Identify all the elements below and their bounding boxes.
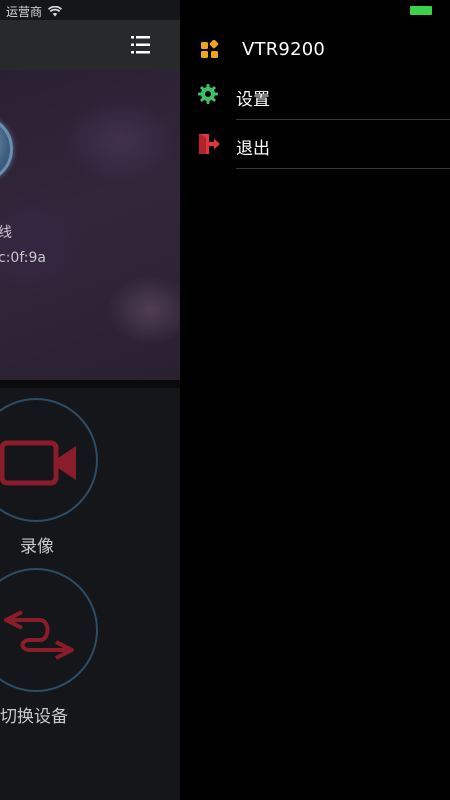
drawer-item-settings[interactable]: 设置 (180, 72, 450, 120)
battery-icon (410, 6, 432, 15)
drawer-item-logout[interactable]: 退出 (180, 121, 450, 169)
record-label: 录像 (20, 537, 54, 557)
record-button[interactable]: 录像 (0, 398, 180, 558)
device-info-panel: 线 c:0f:9a (0, 70, 180, 380)
logout-label: 退出 (236, 139, 270, 159)
device-mac-text: c:0f:9a (0, 250, 46, 266)
item-divider (236, 168, 450, 169)
app-screen: 运营商 线 c:0f:9a 录像 切换设备 VTR9200 设置 退出 (0, 0, 450, 800)
exit-door-icon (198, 133, 220, 155)
switch-arrows-icon (0, 606, 80, 664)
drawer-header: VTR9200 (180, 30, 450, 70)
device-status-text: 线 (0, 225, 12, 241)
top-navigation-bar (0, 20, 180, 70)
item-divider (236, 119, 450, 120)
wifi-icon (48, 5, 63, 17)
settings-label: 设置 (236, 90, 270, 110)
section-divider (0, 380, 180, 388)
switch-device-label: 切换设备 (0, 707, 68, 727)
app-grid-icon (200, 40, 220, 60)
status-bar-left: 运营商 (6, 3, 63, 19)
carrier-label: 运营商 (6, 4, 43, 19)
video-camera-icon (0, 438, 80, 488)
switch-device-button[interactable]: 切换设备 (0, 568, 180, 728)
list-menu-icon[interactable] (128, 33, 154, 57)
gear-icon (198, 84, 218, 104)
background-page: 运营商 线 c:0f:9a 录像 切换设备 (0, 0, 180, 800)
side-drawer: VTR9200 设置 退出 (180, 0, 450, 800)
device-avatar (0, 115, 13, 183)
drawer-title: VTR9200 (242, 39, 326, 60)
